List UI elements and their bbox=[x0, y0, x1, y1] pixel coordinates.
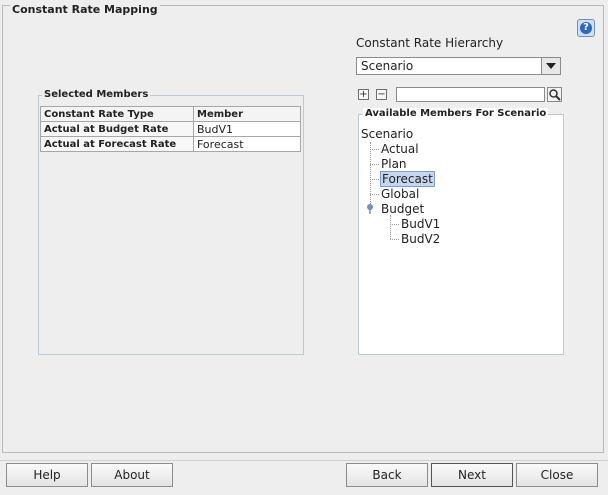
hierarchy-select-value: Scenario bbox=[361, 59, 414, 73]
tree-item-budv2[interactable]: BudV2 bbox=[401, 232, 440, 246]
column-header-member[interactable]: Member bbox=[193, 106, 301, 122]
selected-members-table: Constant Rate Type Member Actual at Budg… bbox=[40, 106, 301, 152]
button-bar-divider bbox=[0, 460, 608, 461]
help-icon[interactable]: ? bbox=[577, 19, 595, 37]
next-button[interactable]: Next bbox=[431, 463, 513, 487]
column-header-constant-rate-type[interactable]: Constant Rate Type bbox=[40, 106, 194, 122]
search-button[interactable] bbox=[547, 87, 562, 102]
tree-item-budget[interactable]: Budget bbox=[381, 202, 424, 216]
tree-connector bbox=[370, 164, 379, 165]
table-row[interactable]: Actual at Budget Rate BudV1 bbox=[40, 121, 301, 137]
tree-item-global[interactable]: Global bbox=[381, 187, 419, 201]
dropdown-button[interactable] bbox=[541, 58, 560, 74]
hierarchy-select[interactable]: Scenario bbox=[356, 57, 561, 75]
table-row[interactable]: Actual at Forecast Rate Forecast bbox=[40, 136, 301, 152]
collapse-all-button[interactable]: − bbox=[376, 89, 387, 100]
close-button[interactable]: Close bbox=[516, 463, 598, 487]
help-symbol: ? bbox=[580, 22, 592, 34]
tree-connector bbox=[390, 239, 399, 240]
tree-connector bbox=[370, 142, 371, 210]
chevron-down-icon bbox=[546, 63, 556, 69]
page-title: Constant Rate Mapping bbox=[10, 3, 160, 16]
tree-connector bbox=[370, 149, 379, 150]
tree-root-scenario[interactable]: Scenario bbox=[361, 127, 413, 141]
member-cell[interactable]: BudV1 bbox=[193, 121, 301, 137]
tree-item-forecast[interactable]: Forecast bbox=[380, 171, 435, 187]
expanded-node-icon[interactable] bbox=[365, 203, 375, 215]
tree-connector bbox=[370, 179, 379, 180]
table-header-row: Constant Rate Type Member bbox=[40, 106, 301, 122]
tree-item-budv1[interactable]: BudV1 bbox=[401, 217, 440, 231]
tree-connector bbox=[390, 224, 399, 225]
tree-item-actual[interactable]: Actual bbox=[381, 142, 419, 156]
back-button[interactable]: Back bbox=[346, 463, 428, 487]
selected-members-legend: Selected Members bbox=[42, 89, 151, 100]
help-button[interactable]: Help bbox=[6, 463, 88, 487]
tree-item-plan[interactable]: Plan bbox=[381, 157, 407, 171]
about-button[interactable]: About bbox=[91, 463, 173, 487]
hierarchy-label: Constant Rate Hierarchy bbox=[356, 36, 504, 50]
search-icon bbox=[549, 89, 561, 101]
tree-connector bbox=[390, 215, 391, 239]
member-cell[interactable]: Forecast bbox=[193, 136, 301, 152]
available-members-legend: Available Members For Scenario bbox=[363, 108, 549, 119]
rate-type-cell: Actual at Budget Rate bbox=[40, 121, 194, 137]
available-members-panel: Available Members For Scenario Scenario … bbox=[358, 108, 564, 355]
tree-connector bbox=[370, 194, 379, 195]
expand-all-button[interactable]: + bbox=[358, 89, 369, 100]
member-search-input[interactable] bbox=[396, 87, 545, 102]
rate-type-cell: Actual at Forecast Rate bbox=[40, 136, 194, 152]
